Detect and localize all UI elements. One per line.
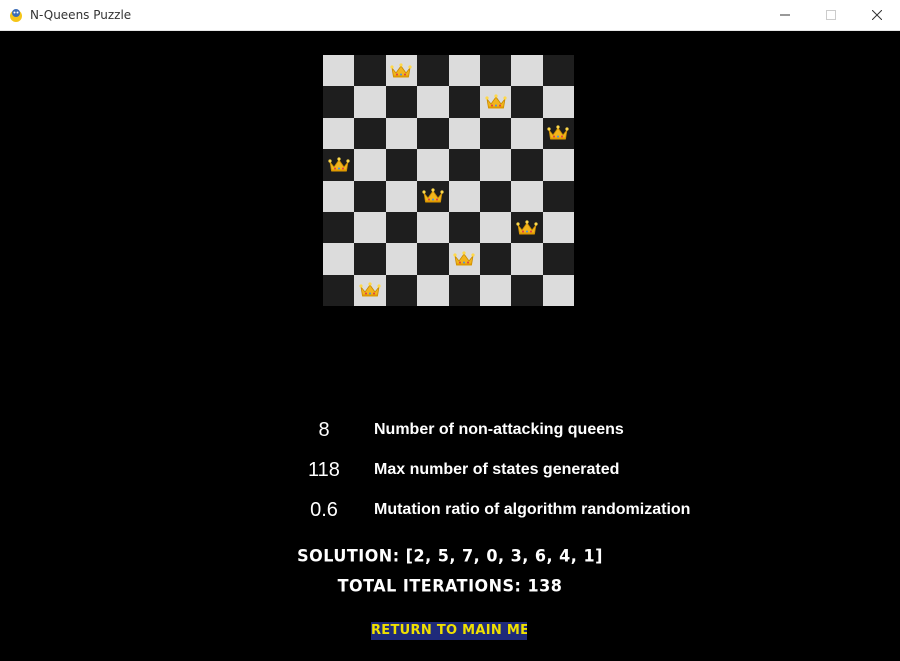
board-cell bbox=[542, 274, 574, 306]
board-cell bbox=[448, 211, 480, 244]
board-cell bbox=[417, 180, 449, 212]
crown-icon bbox=[453, 251, 475, 266]
board-cell bbox=[511, 274, 543, 306]
board-cell bbox=[323, 86, 355, 118]
board-cell bbox=[417, 149, 449, 181]
board-cell bbox=[385, 180, 418, 212]
total-iterations-text: TOTAL ITERATIONS: 138 bbox=[337, 575, 563, 596]
board-cell bbox=[385, 211, 418, 244]
crown-icon bbox=[390, 63, 413, 78]
board-cell bbox=[448, 243, 480, 275]
board-cell bbox=[479, 149, 512, 181]
crown-icon bbox=[484, 94, 507, 109]
board-cell bbox=[511, 180, 543, 212]
board-cell bbox=[354, 243, 386, 275]
board-cell bbox=[323, 149, 355, 181]
board-cell bbox=[448, 149, 480, 181]
board-cell bbox=[542, 180, 574, 212]
board-cell bbox=[417, 86, 449, 118]
param-row-queens: 8 Number of non-attacking queens bbox=[0, 415, 900, 445]
board-cell bbox=[354, 180, 386, 212]
board-cell bbox=[542, 211, 574, 244]
board-cell bbox=[511, 55, 543, 87]
board-cell bbox=[542, 149, 574, 181]
board-cell bbox=[385, 149, 418, 181]
crown-icon bbox=[516, 219, 538, 235]
board-cell bbox=[511, 211, 543, 244]
board-cell bbox=[385, 117, 418, 150]
board-cell bbox=[417, 274, 449, 306]
crown-icon bbox=[328, 157, 350, 172]
board-cell bbox=[479, 180, 512, 212]
pygame-snake-icon bbox=[10, 9, 22, 22]
board-cell bbox=[479, 86, 512, 118]
board-cell bbox=[354, 55, 386, 87]
maximize-button[interactable] bbox=[808, 0, 854, 31]
board-cell bbox=[323, 274, 355, 306]
minimize-button[interactable] bbox=[762, 0, 808, 31]
queens-count-label: Number of non-attacking queens bbox=[374, 421, 624, 438]
window-title: N-Queens Puzzle bbox=[30, 8, 132, 22]
crown-icon bbox=[547, 125, 569, 140]
board-cell bbox=[479, 274, 512, 306]
board-cell bbox=[354, 86, 386, 118]
max-states-value: 118 bbox=[308, 459, 340, 481]
board-cell bbox=[448, 117, 480, 150]
board-cell bbox=[542, 86, 574, 118]
board-cell bbox=[323, 180, 355, 212]
title-bar: N-Queens Puzzle bbox=[0, 0, 900, 31]
board-cell bbox=[448, 180, 480, 212]
board-cell bbox=[323, 211, 355, 244]
board-cell bbox=[479, 117, 512, 150]
close-icon bbox=[872, 10, 882, 20]
board-cell bbox=[542, 117, 574, 150]
board-cell bbox=[511, 86, 543, 118]
board-cell bbox=[479, 55, 512, 87]
mutation-ratio-value: 0.6 bbox=[310, 499, 338, 521]
solution-text: SOLUTION: [2, 5, 7, 0, 3, 6, 4, 1] bbox=[297, 545, 603, 566]
board-cell bbox=[385, 86, 418, 118]
board-cell bbox=[448, 86, 480, 118]
board-cell bbox=[385, 274, 418, 306]
maximize-icon bbox=[826, 10, 836, 20]
return-to-main-menu-button[interactable]: RETURN TO MAIN MENU bbox=[371, 622, 527, 640]
board-cell bbox=[511, 149, 543, 181]
param-row-mutation: 0.6 Mutation ratio of algorithm randomiz… bbox=[0, 495, 900, 525]
minimize-icon bbox=[780, 14, 790, 16]
board-cell bbox=[323, 55, 355, 87]
board-cell bbox=[542, 243, 574, 275]
board-cell bbox=[323, 243, 355, 275]
board-cell bbox=[479, 211, 512, 244]
queens-count-value: 8 bbox=[318, 419, 330, 441]
max-states-label: Max number of states generated bbox=[374, 461, 620, 478]
board-cell bbox=[354, 211, 386, 244]
board-cell bbox=[479, 243, 512, 275]
param-row-max-states: 118 Max number of states generated bbox=[0, 455, 900, 485]
board-cell bbox=[354, 149, 386, 181]
board-cell bbox=[385, 55, 418, 87]
crown-icon bbox=[422, 188, 444, 203]
mutation-ratio-label: Mutation ratio of algorithm randomizatio… bbox=[374, 501, 691, 518]
board-cell bbox=[417, 211, 449, 244]
board-cell bbox=[354, 274, 386, 306]
close-button[interactable] bbox=[854, 0, 900, 31]
board-cell bbox=[542, 55, 574, 87]
board-cell bbox=[511, 117, 543, 150]
board-cell bbox=[417, 117, 449, 150]
crown-icon bbox=[359, 282, 381, 297]
board-cell bbox=[417, 243, 449, 275]
board-cell bbox=[417, 55, 449, 87]
board-cell bbox=[511, 243, 543, 275]
board-cell bbox=[323, 117, 355, 150]
board-cell bbox=[448, 274, 480, 306]
app-window: N-Queens Puzzle 8 Number of non-attackin… bbox=[0, 0, 900, 661]
board-cell bbox=[448, 55, 480, 87]
board-cell bbox=[354, 117, 386, 150]
board-cell bbox=[385, 243, 418, 275]
chess-board bbox=[323, 55, 574, 306]
